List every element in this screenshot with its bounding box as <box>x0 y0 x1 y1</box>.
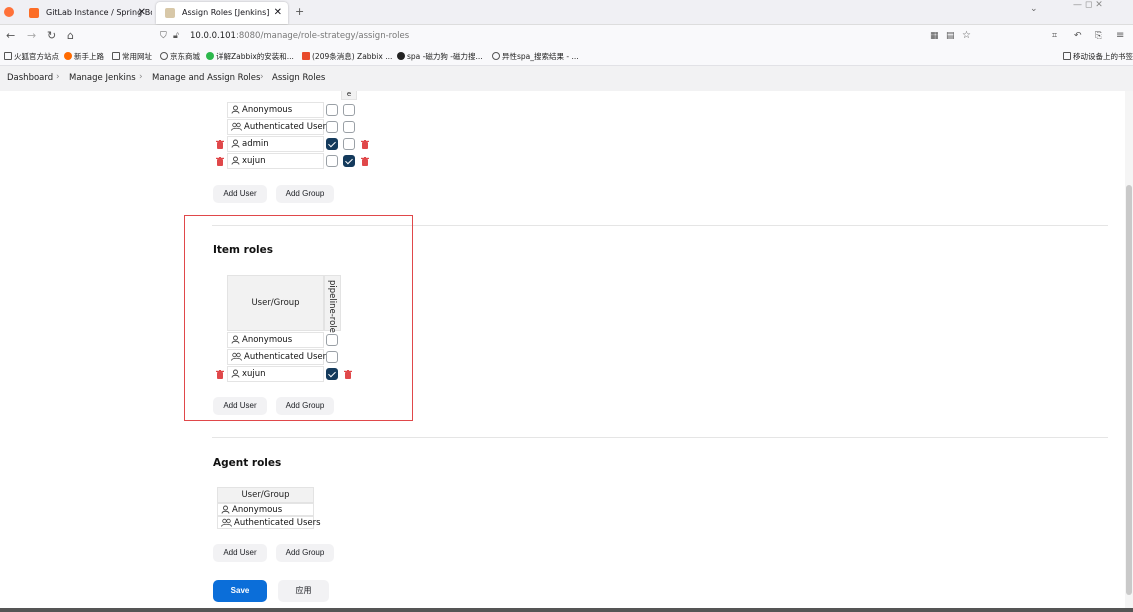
mobile-bookmarks[interactable]: 移动设备上的书签 <box>1063 51 1133 62</box>
menu-icon[interactable]: ≡ <box>1116 29 1124 43</box>
main-content: e Anonymous Authenticated Users admin xu… <box>0 91 1125 608</box>
user-icon <box>231 156 240 165</box>
bookmark-item[interactable]: 京东商城 <box>160 51 200 62</box>
undo-icon[interactable]: ↶ <box>1074 29 1082 43</box>
global-checkbox[interactable] <box>326 155 338 167</box>
user-icon <box>231 139 240 148</box>
url-host: 10.0.0.101 <box>190 31 236 41</box>
firefox-menu-icon[interactable] <box>4 7 14 17</box>
global-checkbox[interactable] <box>326 104 338 116</box>
global-row-xujun: xujun <box>227 153 324 169</box>
close-tab-icon[interactable]: ✕ <box>274 2 282 24</box>
user-icon <box>231 105 240 114</box>
group-icon <box>221 518 232 527</box>
section-divider <box>212 437 1108 438</box>
window-controls[interactable]: — ◻ ✕ <box>1073 0 1133 14</box>
back-icon[interactable]: ← <box>6 29 15 43</box>
crop-icon[interactable]: ⌗ <box>1052 29 1057 43</box>
global-checkbox[interactable] <box>343 155 355 167</box>
browser-nav-bar: ← → ↻ ⌂ ⛉ 🔓︎ 10.0.0.101:8080/manage/role… <box>0 25 1133 47</box>
global-checkbox[interactable] <box>343 121 355 133</box>
url-bar[interactable]: 10.0.0.101:8080/manage/role-strategy/ass… <box>190 28 1000 44</box>
bookmark-star-icon[interactable]: ☆ <box>962 29 971 43</box>
highlight-box <box>184 215 413 421</box>
agent-roles-title: Agent roles <box>213 457 282 469</box>
chevron-right-icon: › <box>56 72 60 82</box>
window-bottom-border <box>0 608 1133 612</box>
gitlab-icon <box>29 8 39 18</box>
delete-icon[interactable] <box>361 157 369 166</box>
agent-row-authenticated: Authenticated Users <box>217 516 321 529</box>
bookmark-item[interactable]: 详解Zabbix的安装和... <box>206 51 294 62</box>
tab-title: Assign Roles [Jenkins] <box>182 8 270 17</box>
global-add-user-button[interactable]: Add User <box>213 185 267 203</box>
global-checkbox[interactable] <box>343 138 355 150</box>
qr-code-icon[interactable]: ▦ <box>930 29 939 43</box>
global-row-authenticated: Authenticated Users <box>227 119 331 135</box>
chevron-right-icon: › <box>139 72 143 82</box>
agent-add-user-button[interactable]: Add User <box>213 544 267 562</box>
chevron-right-icon: › <box>260 72 264 82</box>
forward-icon[interactable]: → <box>27 29 36 43</box>
home-icon[interactable]: ⌂ <box>67 29 74 43</box>
close-tab-icon[interactable]: ✕ <box>138 2 146 24</box>
tab-gitlab[interactable]: GitLab Instance / Spring Boo ✕ <box>20 2 152 24</box>
list-tabs-icon[interactable]: ⌄ <box>1030 4 1038 14</box>
bookmark-item[interactable]: 异性spa_搜索结果 - ... <box>492 51 579 62</box>
bookmarks-bar: 火狐官方站点 新手上路 常用网址 京东商城 详解Zabbix的安装和... (2… <box>0 47 1133 66</box>
save-button[interactable]: Save <box>213 580 267 602</box>
bookmark-item[interactable]: 火狐官方站点 <box>4 51 59 62</box>
delete-icon[interactable] <box>216 140 224 149</box>
global-row-anonymous: Anonymous <box>227 102 324 118</box>
bookmark-item[interactable]: 常用网址 <box>112 51 152 62</box>
bookmark-item[interactable]: (209条消息) Zabbix ... <box>302 51 392 62</box>
extensions-icon[interactable]: ⎘ <box>1095 29 1102 43</box>
reload-icon[interactable]: ↻ <box>47 29 56 43</box>
tab-assign-roles[interactable]: Assign Roles [Jenkins] ✕ <box>156 2 288 24</box>
user-icon <box>221 505 230 514</box>
bookmark-item[interactable]: 新手上路 <box>64 51 104 62</box>
global-row-admin: admin <box>227 136 324 152</box>
jenkins-icon <box>165 8 175 18</box>
agent-user-group-header: User/Group <box>217 487 314 503</box>
delete-icon[interactable] <box>216 157 224 166</box>
global-add-group-button[interactable]: Add Group <box>276 185 334 203</box>
lock-icon[interactable]: 🔓︎ <box>173 29 179 43</box>
bookmark-item[interactable]: spa -磁力狗 -磁力搜... <box>397 51 483 62</box>
delete-icon[interactable] <box>361 140 369 149</box>
breadcrumb-manage-jenkins[interactable]: Manage Jenkins <box>69 73 136 84</box>
group-icon <box>231 122 242 131</box>
global-checkbox[interactable] <box>326 121 338 133</box>
agent-row-anonymous: Anonymous <box>217 503 314 516</box>
browser-tab-bar: GitLab Instance / Spring Boo ✕ Assign Ro… <box>0 0 1133 25</box>
agent-add-group-button[interactable]: Add Group <box>276 544 334 562</box>
breadcrumb-manage-assign-roles[interactable]: Manage and Assign Roles <box>152 73 260 84</box>
new-tab-button[interactable]: + <box>295 5 304 18</box>
global-role-header: e <box>341 91 357 100</box>
tab-title: GitLab Instance / Spring Boo <box>46 8 152 17</box>
apply-button[interactable]: 应用 <box>278 580 329 602</box>
scrollbar-thumb[interactable] <box>1126 185 1132 595</box>
breadcrumb-dashboard[interactable]: Dashboard <box>7 73 53 84</box>
reader-view-icon[interactable]: ▤ <box>946 29 955 43</box>
breadcrumb: Dashboard › Manage Jenkins › Manage and … <box>0 66 1133 91</box>
url-path: :8080/manage/role-strategy/assign-roles <box>235 31 410 41</box>
global-checkbox[interactable] <box>326 138 338 150</box>
global-checkbox[interactable] <box>343 104 355 116</box>
shield-icon[interactable]: ⛉ <box>160 29 167 43</box>
breadcrumb-assign-roles[interactable]: Assign Roles <box>272 73 325 84</box>
